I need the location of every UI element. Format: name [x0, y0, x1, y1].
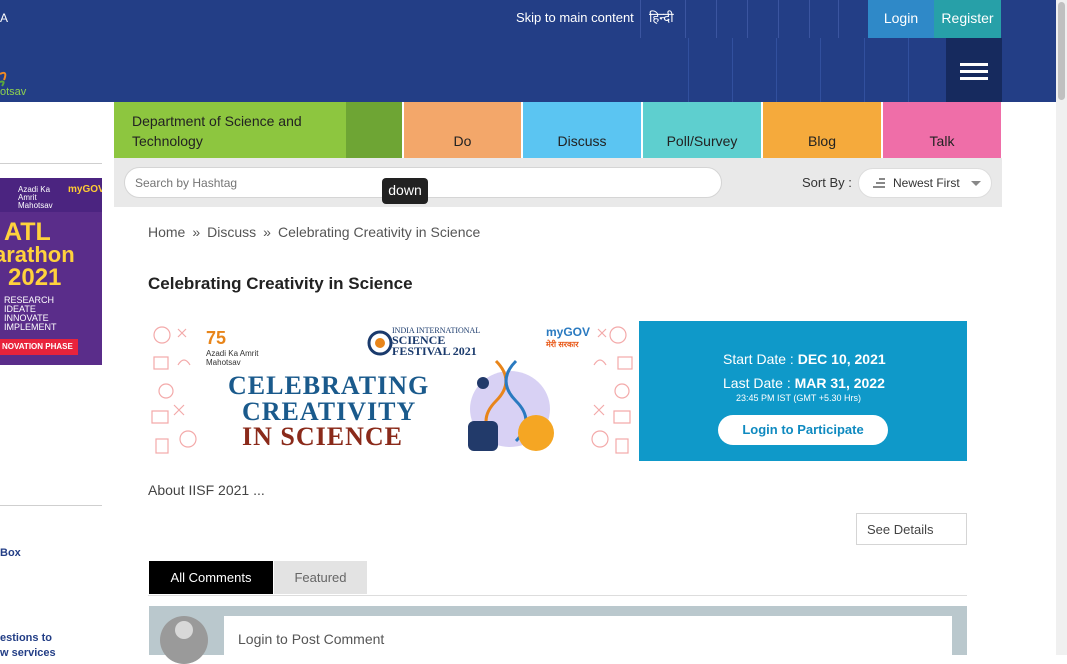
font-normal-icon[interactable] [747, 0, 778, 38]
last-date-value: MAR 31, 2022 [794, 375, 885, 391]
tab-discuss[interactable]: Discuss [523, 102, 641, 158]
site-header: otsav [0, 38, 1056, 102]
avatar-head [175, 621, 193, 639]
last-date-label: Last Date : [723, 375, 791, 391]
sitemap-icon[interactable] [838, 0, 869, 38]
hero-banner: 75 Azadi Ka Amrit Mahotsav INDIA INTERNA… [148, 321, 639, 461]
sidebar-link-box[interactable]: Box [0, 547, 21, 559]
tab-do[interactable]: Do [404, 102, 521, 158]
skip-to-main-link[interactable]: Skip to main content [516, 10, 634, 25]
banner-line: IMPLEMENT [4, 322, 57, 332]
tab-talk-label: Talk [929, 133, 955, 149]
comment-input[interactable]: Login to Post Comment [224, 616, 952, 655]
tabs-divider [148, 595, 967, 596]
mygov-text: myGOV [546, 325, 591, 339]
font-decrease-icon[interactable] [716, 0, 747, 38]
sidebar-link-suggestions[interactable]: estions to [0, 632, 52, 644]
date-info-box: Start Date : DEC 10, 2021 Last Date : MA… [639, 321, 967, 461]
header-nav-cell[interactable] [732, 38, 776, 102]
header-nav-cell[interactable] [776, 38, 820, 102]
accessibility-icon[interactable] [685, 0, 716, 38]
banner-mygov-logo: myGOV [68, 184, 102, 195]
atl-marathon-banner[interactable]: Azadi Ka Amrit Mahotsav myGOV ATL aratho… [0, 178, 102, 365]
hero-title-line3: IN SCIENCE [242, 422, 403, 451]
register-button[interactable]: Register [934, 0, 1001, 38]
tab-poll-survey[interactable]: Poll/Survey [643, 102, 761, 158]
chevron-down-icon [971, 181, 981, 186]
mygov-logo: myGOV मेरी सरकार [546, 325, 590, 350]
login-to-participate-button[interactable]: Login to Participate [718, 415, 888, 445]
vertical-scrollbar[interactable] [1056, 0, 1067, 655]
sort-select-value: Newest First [893, 176, 960, 190]
language-toggle-hindi[interactable]: हिन्दी [640, 0, 685, 38]
topbar-left-fragment: A [0, 11, 9, 25]
contrast-icon[interactable] [809, 0, 840, 38]
about-text: About IISF 2021 ... [148, 482, 265, 498]
last-date: Last Date : MAR 31, 2022 [723, 375, 885, 391]
sidebar-link-suggestions-2[interactable]: w services [0, 647, 56, 659]
header-nav-cell[interactable] [820, 38, 864, 102]
tab-discuss-label: Discuss [557, 133, 607, 149]
tab-blog[interactable]: Blog [763, 102, 881, 158]
department-tab-end [346, 102, 402, 158]
sort-select[interactable]: Newest First [858, 168, 992, 198]
hamburger-icon[interactable] [946, 38, 1002, 102]
azadi-text: Azadi Ka Amrit Mahotsav [206, 349, 259, 367]
tab-all-comments[interactable]: All Comments [149, 561, 273, 594]
sidebar-divider [0, 505, 102, 506]
see-details-button[interactable]: See Details [856, 513, 967, 545]
banner-phase: NOVATION PHASE [0, 339, 78, 355]
tooltip: down [382, 178, 428, 204]
iisf-big: SCIENCE FESTIVAL 2021 [392, 333, 477, 358]
banner-title-line3: 2021 [8, 264, 62, 291]
font-increase-icon[interactable] [778, 0, 809, 38]
azadi-75: 75 [206, 328, 227, 348]
azadi-logo: 75 Azadi Ka Amrit Mahotsav [206, 328, 266, 367]
login-button[interactable]: Login [868, 0, 934, 38]
breadcrumb-discuss[interactable]: Discuss [207, 224, 256, 240]
start-date-value: DEC 10, 2021 [797, 351, 886, 367]
logo-text-fragment: otsav [0, 86, 27, 98]
page-title: Celebrating Creativity in Science [148, 274, 413, 293]
banner-lines: RESEARCH IDEATE INNOVATE IMPLEMENT [4, 296, 57, 332]
sidebar-divider [0, 163, 102, 164]
tab-poll-label: Poll/Survey [666, 133, 738, 149]
breadcrumb-separator: » [192, 224, 201, 240]
header-nav-cell[interactable] [864, 38, 908, 102]
tab-featured[interactable]: Featured [274, 561, 367, 594]
iisf-logo: INDIA INTERNATIONAL SCIENCE FESTIVAL 202… [366, 326, 482, 357]
header-nav-cell[interactable] [688, 38, 732, 102]
sort-by-label: Sort By : [802, 175, 852, 190]
department-tab[interactable]: Department of Science and Technology [114, 102, 346, 158]
sort-icon [873, 178, 885, 189]
tab-blog-label: Blog [807, 133, 837, 149]
breadcrumb-current: Celebrating Creativity in Science [277, 224, 481, 240]
start-date: Start Date : DEC 10, 2021 [723, 351, 886, 367]
top-bar: A Skip to main content हिन्दी Login Regi… [0, 0, 1056, 38]
scrollbar-thumb[interactable] [1058, 2, 1065, 100]
tab-talk[interactable]: Talk [883, 102, 1001, 158]
breadcrumb-separator: » [263, 224, 271, 240]
avatar [160, 616, 208, 664]
tab-do-label: Do [453, 133, 472, 149]
time-note: 23:45 PM IST (GMT +5.30 Hrs) [736, 393, 861, 403]
banner-azadi-logo: Azadi Ka Amrit Mahotsav [18, 185, 53, 210]
breadcrumb: Home » Discuss » Celebrating Creativity in S… [148, 224, 480, 240]
mygov-hindi: मेरी सरकार [546, 340, 579, 349]
breadcrumb-home[interactable]: Home [148, 224, 185, 240]
start-date-label: Start Date : [723, 351, 794, 367]
